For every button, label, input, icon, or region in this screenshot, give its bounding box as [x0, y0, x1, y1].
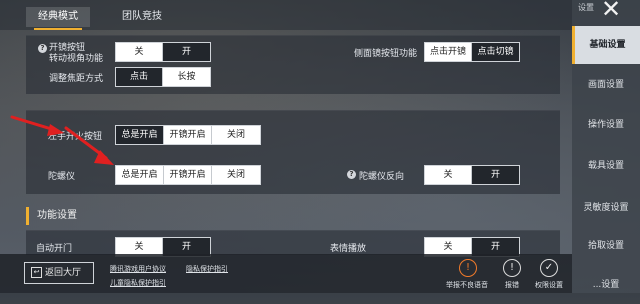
exit-icon: ↩ — [31, 267, 42, 278]
side-scope-selector[interactable]: 点击开镜 点击切镜 — [424, 42, 520, 62]
tab-team-deathmatch[interactable]: 团队竞技 — [110, 7, 174, 27]
sidebar-item-basic[interactable]: 基础设置 — [572, 26, 640, 64]
focus-mode-label: 调整焦距方式 — [49, 74, 104, 84]
back-to-lobby-button[interactable]: ↩ 返回大厅 — [24, 262, 94, 284]
scope-rotate-toggle[interactable]: 关 开 — [115, 42, 211, 62]
shield-check-icon[interactable]: ✓ — [540, 259, 558, 277]
settings-header: 设置 — [578, 3, 594, 12]
help-icon[interactable]: ? — [347, 170, 356, 179]
gyro-reverse-label: 陀螺仪反向 — [359, 172, 405, 182]
close-icon[interactable]: ✕ — [598, 0, 624, 22]
permission-settings-label[interactable]: 权限设置 — [535, 280, 563, 290]
mode-tabbar: 经典模式 团队竞技 — [0, 0, 572, 30]
left-fire-always[interactable]: 总是开启 — [116, 126, 164, 144]
scope-rotate-off[interactable]: 关 — [116, 43, 163, 61]
gyro-label: 陀螺仪 — [48, 172, 76, 182]
scope-settings-panel: ? 开镜按钮 转动视角功能 关 开 调整焦距方式 点击 长按 侧面镜按钮功能 点… — [26, 35, 560, 94]
focus-mode-selector[interactable]: 点击 长按 — [115, 67, 211, 87]
left-fire-scoped[interactable]: 开镜开启 — [164, 126, 212, 144]
gyro-off[interactable]: 关闭 — [212, 166, 260, 184]
emote-play-label: 表情播放 — [330, 244, 367, 254]
link-user-agreement[interactable]: 腾讯游戏用户协议 — [110, 264, 166, 274]
gyro-always[interactable]: 总是开启 — [116, 166, 164, 184]
link-child-privacy[interactable]: 儿童隐私保护指引 — [110, 278, 166, 288]
function-settings-panel: 自动开门 关 开 表情播放 关 开 — [26, 230, 560, 257]
warning-icon[interactable]: ! — [459, 259, 477, 277]
report-voice-label[interactable]: 举报不良语音 — [446, 280, 488, 290]
focus-mode-tap[interactable]: 点击 — [116, 68, 163, 86]
gyro-reverse-on[interactable]: 开 — [472, 166, 519, 184]
gyro-selector[interactable]: 总是开启 开镜开启 关闭 — [115, 165, 261, 185]
back-to-lobby-label: 返回大厅 — [45, 268, 82, 278]
side-scope-open[interactable]: 点击开镜 — [425, 43, 472, 61]
scope-rotate-label: 开镜按钮 转动视角功能 — [49, 43, 104, 64]
focus-mode-hold[interactable]: 长按 — [163, 68, 210, 86]
alert-icon[interactable]: ! — [503, 259, 521, 277]
side-scope-switch[interactable]: 点击切镜 — [472, 43, 519, 61]
scope-rotate-on[interactable]: 开 — [163, 43, 210, 61]
gyro-reverse-off[interactable]: 关 — [425, 166, 472, 184]
sidebar-item-controls[interactable]: 操作设置 — [572, 106, 640, 144]
auto-door-label: 自动开门 — [36, 244, 73, 254]
sidebar-item-graphics[interactable]: 画面设置 — [572, 66, 640, 104]
left-fire-selector[interactable]: 总是开启 开镜开启 关闭 — [115, 125, 261, 145]
link-privacy-guide[interactable]: 隐私保护指引 — [186, 264, 228, 274]
fire-gyro-panel: 左手开火按钮 总是开启 开镜开启 关闭 陀螺仪 总是开启 开镜开启 关闭 ? 陀… — [26, 110, 560, 194]
left-fire-label: 左手开火按钮 — [48, 132, 103, 142]
sidebar-item-more[interactable]: ...设置 — [572, 266, 640, 304]
help-icon[interactable]: ? — [38, 44, 47, 53]
tab-classic-mode[interactable]: 经典模式 — [26, 7, 90, 30]
sidebar-item-pickup[interactable]: 拾取设置 — [572, 227, 640, 265]
section-title-function: 功能设置 — [26, 207, 560, 225]
gyro-reverse-toggle[interactable]: 关 开 — [424, 165, 520, 185]
sidebar-item-sensitivity[interactable]: 灵敏度设置 — [572, 189, 640, 227]
sidebar-item-vehicle[interactable]: 载具设置 — [572, 147, 640, 185]
gyro-scoped[interactable]: 开镜开启 — [164, 166, 212, 184]
left-fire-off[interactable]: 关闭 — [212, 126, 260, 144]
report-bug-label[interactable]: 报错 — [505, 280, 519, 290]
side-scope-label: 侧面镜按钮功能 — [354, 49, 418, 59]
